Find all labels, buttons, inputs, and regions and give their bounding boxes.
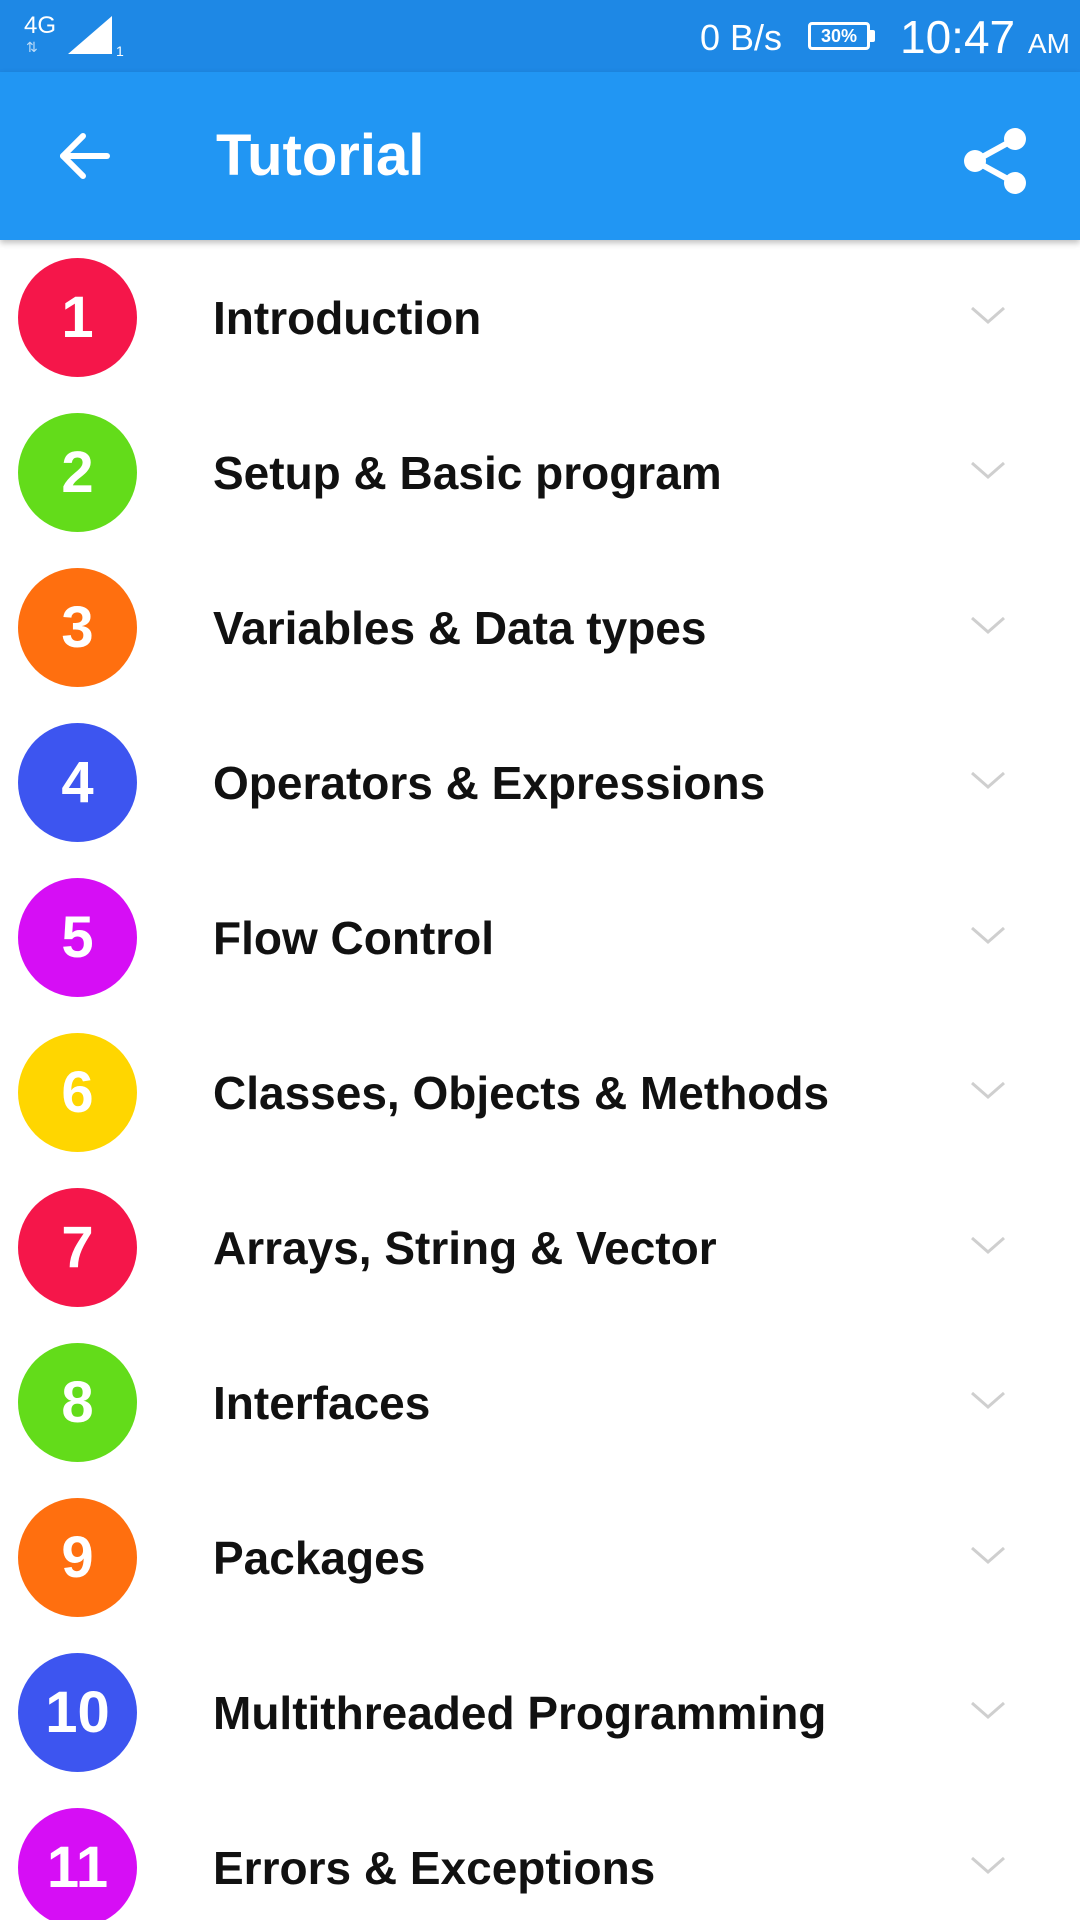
chapter-title: Classes, Objects & Methods <box>213 1067 830 1119</box>
clock-ampm: AM <box>1027 28 1070 59</box>
chapter-title: Interfaces <box>213 1377 431 1429</box>
signal-icon <box>68 16 112 54</box>
list-item[interactable]: 6 Classes, Objects & Methods <box>0 1015 1080 1170</box>
chapter-number-badge: 8 <box>18 1343 137 1462</box>
chapter-number-badge: 4 <box>18 723 137 842</box>
list-item[interactable]: 5 Flow Control <box>0 860 1080 1015</box>
share-button[interactable] <box>950 116 1040 206</box>
chapter-number-badge: 11 <box>18 1808 137 1920</box>
chevron-down-icon[interactable] <box>968 610 1008 640</box>
list-item[interactable]: 9 Packages <box>0 1480 1080 1635</box>
chevron-down-icon[interactable] <box>968 1540 1008 1570</box>
chevron-down-icon[interactable] <box>968 455 1008 485</box>
chapter-title: Multithreaded Programming <box>213 1687 827 1739</box>
chapter-title: Operators & Expressions <box>213 757 766 809</box>
chapter-title: Packages <box>213 1532 426 1584</box>
chapter-number-badge: 6 <box>18 1033 137 1152</box>
chapter-title: Flow Control <box>213 912 495 964</box>
battery-tip <box>870 30 875 42</box>
chapter-number-badge: 10 <box>18 1653 137 1772</box>
list-item[interactable]: 2 Setup & Basic program <box>0 395 1080 550</box>
chapter-title: Errors & Exceptions <box>213 1842 656 1894</box>
chevron-down-icon[interactable] <box>968 765 1008 795</box>
list-item[interactable]: 10 Multithreaded Programming <box>0 1635 1080 1790</box>
chapter-list: 1 Introduction 2 Setup & Basic program 3… <box>0 240 1080 1920</box>
clock-time: 10:47 <box>900 11 1016 63</box>
network-type: 4G <box>24 12 57 39</box>
list-item[interactable]: 1 Introduction <box>0 240 1080 395</box>
status-bar: 4G ⇅ 1 0 B/s 30% 10:47 AM <box>0 0 1080 72</box>
page-title: Tutorial <box>216 123 425 188</box>
app-bar: Tutorial <box>0 72 1080 240</box>
chapter-title: Introduction <box>213 292 482 344</box>
chevron-down-icon[interactable] <box>968 1385 1008 1415</box>
chevron-down-icon[interactable] <box>968 1075 1008 1105</box>
network-speed: 0 B/s <box>700 17 783 58</box>
chevron-down-icon[interactable] <box>968 1850 1008 1880</box>
arrow-back-icon <box>60 133 110 179</box>
share-icon <box>964 128 1026 194</box>
list-item[interactable]: 11 Errors & Exceptions <box>0 1790 1080 1920</box>
chevron-down-icon[interactable] <box>968 1230 1008 1260</box>
chapter-number-badge: 7 <box>18 1188 137 1307</box>
chapter-number-badge: 9 <box>18 1498 137 1617</box>
chapter-title: Arrays, String & Vector <box>213 1222 717 1274</box>
chapter-number-badge: 5 <box>18 878 137 997</box>
back-button[interactable] <box>44 116 124 196</box>
list-item[interactable]: 7 Arrays, String & Vector <box>0 1170 1080 1325</box>
chevron-down-icon[interactable] <box>968 300 1008 330</box>
chapter-number-badge: 2 <box>18 413 137 532</box>
battery-icon: 30% <box>808 22 870 50</box>
chevron-down-icon[interactable] <box>968 1695 1008 1725</box>
list-item[interactable]: 8 Interfaces <box>0 1325 1080 1480</box>
chapter-title: Variables & Data types <box>213 602 707 654</box>
chapter-title: Setup & Basic program <box>213 447 722 499</box>
chapter-number-badge: 3 <box>18 568 137 687</box>
chevron-down-icon[interactable] <box>968 920 1008 950</box>
screen: 4G ⇅ 1 0 B/s 30% 10:47 AM Tutorial 1 Int… <box>0 0 1080 1920</box>
data-activity-icon: ⇅ <box>26 39 38 55</box>
clock: 10:47 AM <box>900 12 1070 69</box>
sim-slot: 1 <box>116 43 124 59</box>
chapter-number-badge: 1 <box>18 258 137 377</box>
list-item[interactable]: 3 Variables & Data types <box>0 550 1080 705</box>
battery-level: 30% <box>820 26 858 46</box>
list-item[interactable]: 4 Operators & Expressions <box>0 705 1080 860</box>
